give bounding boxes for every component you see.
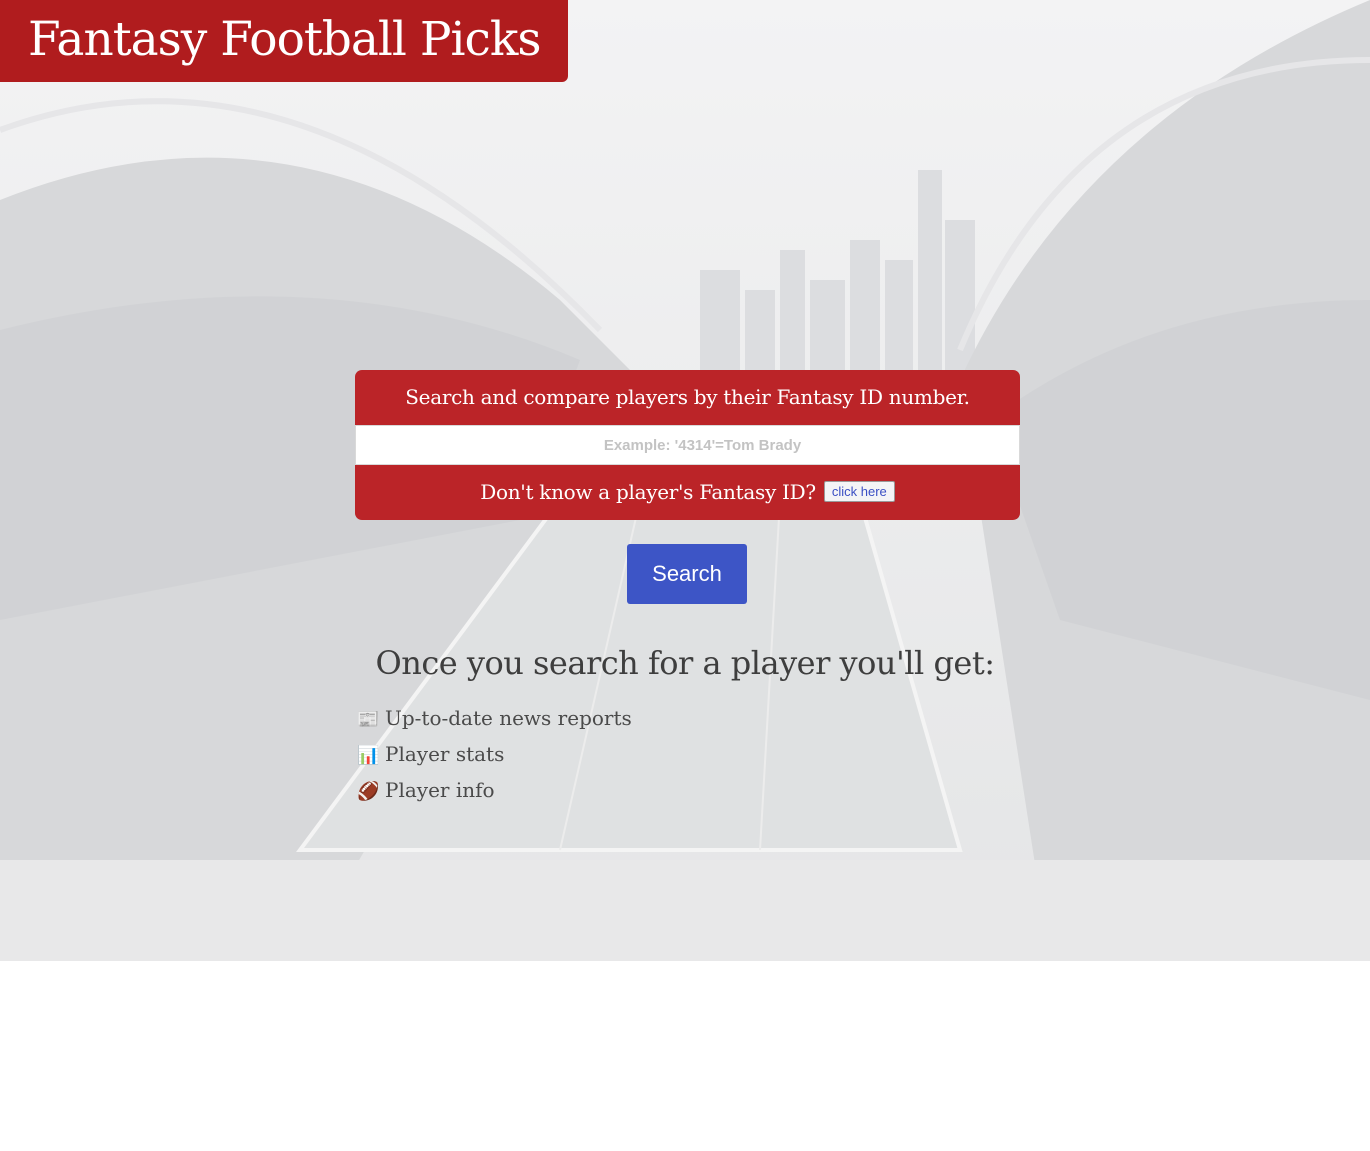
hero-section: Fantasy Football Picks Search and compar… bbox=[0, 0, 1370, 961]
benefit-item-stats: 📊 Player stats bbox=[357, 736, 632, 772]
benefits-heading: Once you search for a player you'll get: bbox=[375, 644, 996, 682]
search-button[interactable]: Search bbox=[627, 544, 747, 604]
benefit-label: Player info bbox=[385, 778, 495, 802]
benefit-label: Up-to-date news reports bbox=[385, 706, 632, 730]
search-card-heading: Search and compare players by their Fant… bbox=[355, 370, 1020, 425]
help-text: Don't know a player's Fantasy ID? bbox=[480, 480, 816, 504]
site-title[interactable]: Fantasy Football Picks bbox=[0, 0, 568, 82]
bar-chart-icon: 📊 bbox=[357, 745, 380, 766]
search-card: Search and compare players by their Fant… bbox=[355, 370, 1020, 520]
newspaper-icon: 📰 bbox=[357, 709, 380, 730]
benefit-item-news: 📰 Up-to-date news reports bbox=[357, 700, 632, 736]
click-here-button[interactable]: click here bbox=[823, 481, 895, 502]
help-row: Don't know a player's Fantasy ID? click … bbox=[355, 465, 1020, 520]
fantasy-id-input[interactable] bbox=[355, 425, 1020, 465]
benefits-list: 📰 Up-to-date news reports 📊 Player stats 🏈… bbox=[357, 700, 632, 808]
benefit-label: Player stats bbox=[385, 742, 505, 766]
benefit-item-info: 🏈 Player info bbox=[357, 772, 632, 808]
football-icon: 🏈 bbox=[357, 781, 380, 802]
